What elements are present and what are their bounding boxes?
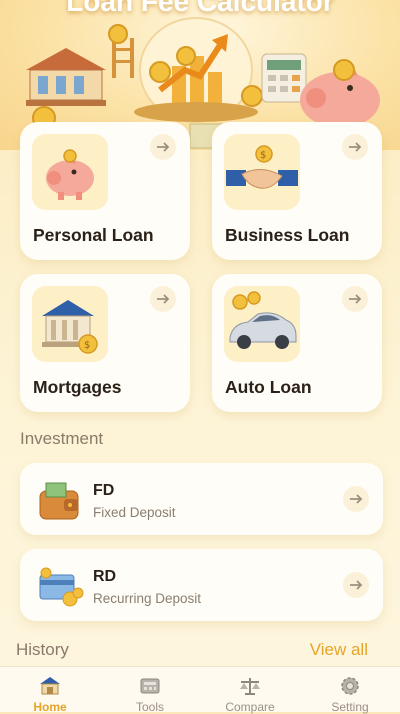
card-coins-icon (34, 561, 84, 611)
arrow-right-icon (342, 134, 368, 160)
history-section-title: History (16, 640, 69, 659)
svg-text:$: $ (260, 150, 266, 161)
arrow-right-icon (343, 486, 369, 512)
car-icon (224, 286, 300, 362)
personal-loan-card[interactable]: Personal Loan (20, 122, 190, 260)
nav-label: Home (33, 700, 67, 714)
home-icon (40, 677, 60, 695)
bank-illustration (26, 48, 106, 106)
piggy-bank-icon (32, 134, 108, 210)
arrow-right-icon (150, 134, 176, 160)
fd-item[interactable]: FD Fixed Deposit (20, 463, 383, 535)
item-title: RD (93, 568, 117, 585)
investment-section-title: Investment (20, 429, 104, 448)
item-subtitle: Fixed Deposit (93, 505, 176, 520)
rd-item[interactable]: RD Recurring Deposit (20, 549, 383, 621)
business-loan-card[interactable]: $ Business Loan (212, 122, 382, 260)
svg-text:$: $ (84, 340, 90, 351)
nav-label: Setting (331, 700, 369, 714)
item-subtitle: Recurring Deposit (93, 591, 202, 606)
setting-icon (341, 677, 359, 695)
wallet-icon (34, 475, 84, 525)
nav-label: Tools (135, 700, 164, 714)
bank-building-icon: $ (32, 286, 108, 362)
arrow-right-icon (342, 286, 368, 312)
view-all-link[interactable]: View all (310, 640, 368, 660)
compare-icon (240, 678, 260, 695)
nav-home[interactable]: Home (0, 667, 100, 714)
card-label: Mortgages (33, 377, 122, 397)
item-title: FD (93, 482, 115, 499)
tools-icon (140, 678, 160, 694)
bottom-nav: Home Tools Compare Setting (0, 666, 400, 714)
card-label: Personal Loan (33, 225, 154, 245)
arrow-right-icon (150, 286, 176, 312)
nav-tools[interactable]: Tools (100, 667, 200, 714)
handshake-icon: $ (224, 134, 300, 210)
nav-compare[interactable]: Compare (200, 667, 300, 714)
arrow-right-icon (343, 572, 369, 598)
nav-setting[interactable]: Setting (300, 667, 400, 714)
mortgages-card[interactable]: $ Mortgages (20, 274, 190, 412)
card-label: Business Loan (225, 225, 350, 245)
card-label: Auto Loan (225, 377, 312, 397)
nav-label: Compare (225, 700, 275, 714)
piggy-illustration (300, 59, 380, 128)
auto-loan-card[interactable]: Auto Loan (212, 274, 382, 412)
calculator-illustration (261, 53, 307, 103)
